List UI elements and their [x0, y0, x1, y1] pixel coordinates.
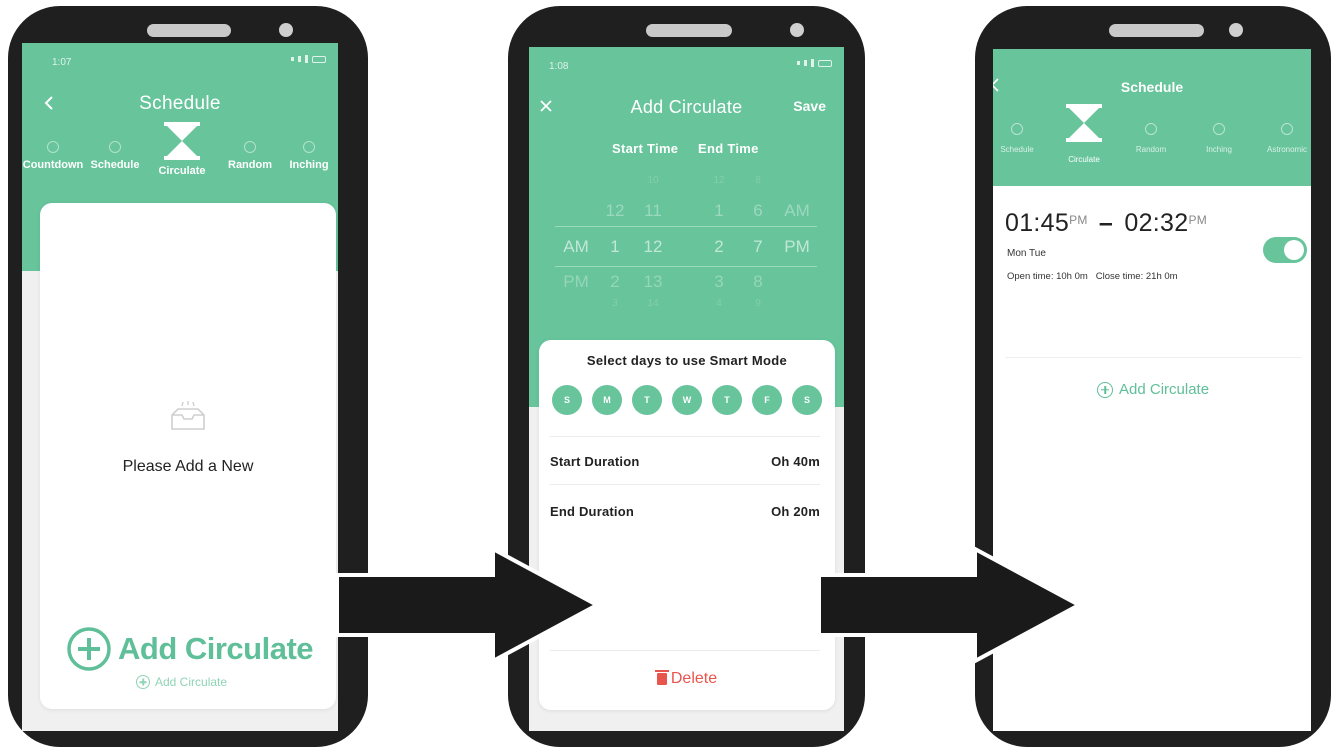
day-tuesday[interactable]: T	[632, 385, 662, 415]
schedule-time-range[interactable]: 01:45PM – 02:32PM	[1005, 209, 1207, 238]
status-icons	[291, 55, 326, 63]
mode-tabs: Countdown Schedule Circulate Random Inch…	[22, 113, 338, 183]
page-title: Schedule	[139, 93, 221, 114]
front-camera	[1229, 23, 1243, 37]
schedule-toggle[interactable]	[1263, 237, 1307, 263]
dial-icon	[1213, 123, 1225, 135]
front-camera	[279, 23, 293, 37]
dial-icon	[303, 141, 315, 153]
status-time: 1:07	[52, 57, 72, 68]
empty-inbox-icon	[171, 401, 205, 430]
add-circulate-button[interactable]: Add Circulate	[1097, 381, 1209, 398]
picker-divider	[555, 226, 817, 227]
page-title: Schedule	[1120, 79, 1184, 95]
plus-circle-icon	[136, 675, 150, 689]
clock-icon	[47, 141, 59, 153]
plus-circle-icon	[1097, 381, 1113, 398]
battery-icon	[312, 55, 326, 63]
day-friday[interactable]: F	[752, 385, 782, 415]
flow-arrow-1-icon	[335, 545, 601, 665]
sun-icon	[1281, 123, 1293, 135]
header: Schedule Schedule Circulate Random Inchi	[993, 49, 1311, 186]
alarm-icon	[109, 141, 121, 153]
screen-schedule-empty: 1:07 Schedule Countdown Schedule Circula…	[22, 43, 338, 731]
picker-selected-end-ampm: PM	[784, 237, 810, 256]
tab-countdown[interactable]: Countdown	[22, 141, 84, 171]
tab-inching[interactable]: Inching	[1197, 123, 1241, 154]
speaker-grille	[147, 24, 231, 37]
tab-schedule[interactable]: Schedule	[995, 123, 1039, 154]
alarm-icon	[1011, 123, 1023, 135]
add-circulate-callout[interactable]: Add Circulate	[66, 626, 314, 672]
divider	[1005, 357, 1301, 358]
day-saturday[interactable]: S	[792, 385, 822, 415]
picker-selected-end-hour: 2	[714, 237, 724, 256]
picker-selected-end-minute: 7	[753, 237, 763, 256]
tab-random[interactable]: Random	[222, 141, 278, 171]
save-button[interactable]: Save	[793, 98, 826, 114]
day-monday[interactable]: M	[592, 385, 622, 415]
divider	[550, 484, 820, 485]
timer-icon	[244, 141, 256, 153]
trash-icon	[654, 670, 669, 685]
schedule-durations: Open time: 10h 0m Close time: 21h 0m	[1007, 271, 1178, 282]
schedule-days: Mon Tue	[1007, 248, 1046, 259]
stage: 1:07 Schedule Countdown Schedule Circula…	[0, 0, 1334, 747]
tab-schedule[interactable]: Schedule	[86, 141, 144, 171]
tab-circulate[interactable]: Circulate	[146, 121, 218, 177]
tab-circulate[interactable]: Circulate	[1059, 103, 1109, 164]
empty-card: Please Add a New Add Circulate Add Circu…	[40, 203, 336, 709]
tab-inching[interactable]: Inching	[280, 141, 338, 171]
time-picker-wheel[interactable]: 10 12 8 12 11 1 6 AM AM 1 12 2 7 PM PM 2…	[529, 172, 844, 312]
start-time-label: Start Time	[612, 141, 679, 156]
plus-circle-icon	[67, 627, 111, 671]
end-duration-value: Oh 20m	[771, 504, 820, 519]
add-circulate-button[interactable]: Add Circulate	[136, 675, 227, 689]
picker-selected-start-ampm: AM	[563, 237, 589, 256]
hourglass-icon	[164, 122, 200, 160]
empty-state-text: Please Add a New	[122, 458, 254, 475]
status-time: 1:08	[549, 61, 569, 72]
day-wednesday[interactable]: W	[672, 385, 702, 415]
timer-icon	[1145, 123, 1157, 135]
picker-divider	[555, 266, 817, 267]
front-camera	[790, 23, 804, 37]
end-duration-row[interactable]: End Duration Oh 20m	[550, 504, 820, 519]
tab-astronomic[interactable]: Astronomic	[1259, 123, 1311, 154]
battery-icon	[818, 59, 832, 67]
speaker-grille	[1109, 24, 1204, 37]
start-duration-label: Start Duration	[550, 454, 640, 469]
end-duration-label: End Duration	[550, 504, 635, 519]
toggle-knob	[1284, 240, 1304, 260]
speaker-grille	[646, 24, 732, 37]
hourglass-icon	[1066, 104, 1102, 142]
picker-selected-start-hour: 1	[610, 237, 620, 256]
status-icons	[797, 59, 832, 67]
day-thursday[interactable]: T	[712, 385, 742, 415]
days-title: Select days to use Smart Mode	[586, 353, 788, 368]
start-duration-value: Oh 40m	[771, 454, 820, 469]
start-duration-row[interactable]: Start Duration Oh 40m	[550, 454, 820, 469]
divider	[550, 436, 820, 437]
day-sunday[interactable]: S	[552, 385, 582, 415]
picker-selected-start-minute: 12	[643, 237, 663, 256]
delete-button[interactable]: Delete	[539, 670, 835, 688]
tab-random[interactable]: Random	[1129, 123, 1173, 154]
add-circulate-callout-label: Add Circulate	[118, 631, 314, 666]
end-time-label: End Time	[698, 141, 759, 156]
day-selector: S M T W T F S	[552, 385, 822, 415]
flow-arrow-2-icon	[817, 545, 1083, 665]
